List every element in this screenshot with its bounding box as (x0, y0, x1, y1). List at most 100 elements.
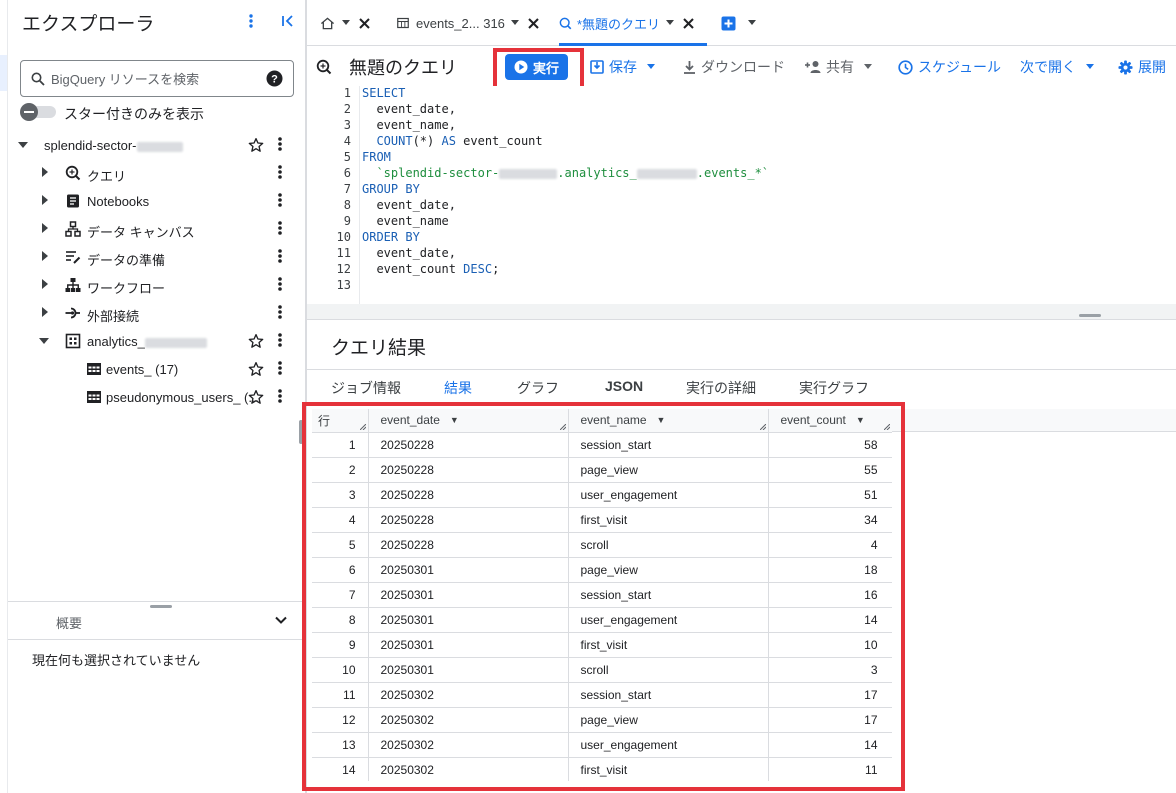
tree-item-data-canvas[interactable]: データ キャンバス (8, 215, 306, 243)
help-icon[interactable]: ? (266, 70, 283, 87)
tab-results[interactable]: 結果 (444, 378, 472, 398)
collapsed-caret-icon[interactable] (41, 167, 49, 177)
sort-caret-icon[interactable]: ▼ (657, 415, 666, 425)
more-vert-icon[interactable] (276, 388, 284, 404)
collapsed-caret-icon[interactable] (41, 223, 49, 233)
event-count-cell: 14 (768, 607, 892, 633)
save-button[interactable]: 保存 (590, 56, 655, 78)
starred-only-toggle[interactable] (20, 103, 56, 121)
tree-table-events[interactable]: events_ (17) (8, 355, 306, 383)
table-icon (86, 361, 102, 377)
column-header-event-count[interactable]: event_count ▼ (768, 409, 892, 433)
table-icon (86, 389, 102, 405)
more-vert-icon[interactable] (276, 360, 284, 376)
event-name-cell: first_visit (568, 632, 769, 658)
close-icon[interactable] (359, 17, 370, 29)
expand-button[interactable]: 展開 (1118, 56, 1166, 78)
tree-item-external-connections[interactable]: 外部接続 (8, 299, 306, 327)
row-number-cell: 11 (312, 682, 369, 708)
tree-item-label: データの準備 (87, 253, 166, 268)
more-vert-icon[interactable] (239, 9, 263, 33)
tree-dataset[interactable]: analytics_ (8, 327, 306, 355)
column-header-event-date[interactable]: event_date ▼ (368, 409, 569, 433)
dropdown-caret-icon (647, 64, 655, 70)
new-tab-button[interactable] (721, 0, 765, 46)
data-prep-icon (65, 249, 81, 265)
tree-project[interactable]: splendid-sector- (8, 131, 306, 159)
row-number-cell: 8 (312, 607, 369, 633)
editor-resize-handle[interactable] (1079, 314, 1101, 317)
table-row: 11 20250302 session_start 17 (312, 682, 892, 708)
more-vert-icon[interactable] (276, 276, 284, 292)
star-icon[interactable] (248, 361, 264, 377)
sort-caret-icon[interactable]: ▼ (450, 415, 459, 425)
more-vert-icon[interactable] (276, 248, 284, 264)
line-number: 8 (343, 198, 351, 212)
event-name-cell: user_engagement (568, 607, 769, 633)
collapsed-caret-icon[interactable] (41, 279, 49, 289)
open-in-button[interactable]: 次で開く (1020, 56, 1094, 78)
tab-job-info[interactable]: ジョブ情報 (331, 378, 401, 398)
download-button[interactable]: ダウンロード (683, 56, 785, 78)
close-icon[interactable] (683, 17, 694, 29)
column-header-event-name[interactable]: event_name ▼ (568, 409, 769, 433)
collapsed-caret-icon[interactable] (41, 307, 49, 317)
sort-caret-icon[interactable]: ▼ (856, 415, 865, 425)
tab-chart[interactable]: グラフ (517, 378, 559, 398)
expanded-caret-icon[interactable] (18, 140, 28, 150)
query-icon (559, 17, 572, 30)
close-icon[interactable] (528, 17, 539, 29)
tab-menu-caret-icon[interactable] (666, 20, 675, 26)
sql-editor[interactable]: 1 2 3 4 5 6 7 8 9 10 11 12 13 SELECT event_date, eve… (307, 86, 1176, 304)
tab-events-table[interactable]: events_2... 316 (397, 0, 547, 46)
splitter-grip[interactable] (299, 420, 303, 444)
expanded-caret-icon[interactable] (39, 336, 49, 346)
tab-menu-caret-icon[interactable] (510, 20, 519, 26)
canvas-icon (65, 221, 81, 237)
event-name-cell: first_visit (568, 507, 769, 533)
star-icon[interactable] (248, 333, 264, 349)
collapsed-caret-icon[interactable] (41, 251, 49, 261)
tree-item-workflow[interactable]: ワークフロー (8, 271, 306, 299)
more-vert-icon[interactable] (276, 304, 284, 320)
more-vert-icon[interactable] (276, 220, 284, 236)
tab-execution-graph[interactable]: 実行グラフ (799, 378, 869, 398)
tab-untitled-query[interactable]: *無題のクエリ (559, 0, 707, 46)
tree-item-queries[interactable]: クエリ (8, 159, 306, 187)
table-row: 12 20250302 page_view 17 (312, 707, 892, 733)
details-resize-handle[interactable] (150, 605, 172, 608)
more-vert-icon[interactable] (276, 136, 284, 152)
new-tab-caret-icon[interactable] (748, 20, 756, 26)
resource-search[interactable]: ? (20, 60, 294, 97)
column-header-row-number: 行 (312, 409, 369, 433)
left-rail (0, 0, 8, 793)
row-number-cell: 13 (312, 732, 369, 758)
collapse-panel-icon[interactable] (276, 9, 300, 33)
chevron-down-icon[interactable] (274, 613, 288, 627)
code-line: event_date, (362, 246, 456, 260)
more-vert-icon[interactable] (276, 164, 284, 180)
tab-execution-details[interactable]: 実行の詳細 (686, 378, 756, 398)
row-number-cell: 3 (312, 482, 369, 508)
search-input[interactable] (51, 69, 251, 89)
tree-item-notebooks[interactable]: Notebooks (8, 187, 306, 215)
star-icon[interactable] (248, 137, 264, 153)
table-row: 10 20250301 scroll 3 (312, 657, 892, 683)
schedule-button[interactable]: スケジュール (898, 56, 1001, 78)
code-text: event_date, (362, 246, 456, 260)
collapsed-caret-icon[interactable] (41, 195, 49, 205)
tab-menu-caret-icon[interactable] (342, 20, 350, 26)
dataset-icon (65, 333, 81, 349)
star-icon[interactable] (248, 389, 264, 405)
tree-table-pseudonymous-users[interactable]: pseudonymous_users_ (... (8, 383, 306, 411)
editor-results-divider[interactable] (307, 304, 1176, 320)
explorer-title: エクスプローラ (22, 14, 155, 35)
more-vert-icon[interactable] (276, 332, 284, 348)
more-vert-icon[interactable] (276, 192, 284, 208)
share-button[interactable]: 共有 (804, 56, 872, 78)
code-area[interactable]: SELECT event_date, event_name, COUNT(*) … (359, 86, 1176, 304)
tab-json[interactable]: JSON (605, 378, 643, 394)
tree-item-data-prep[interactable]: データの準備 (8, 243, 306, 271)
tree-item-label: データ キャンバス (87, 225, 195, 240)
tab-home[interactable] (321, 0, 379, 46)
